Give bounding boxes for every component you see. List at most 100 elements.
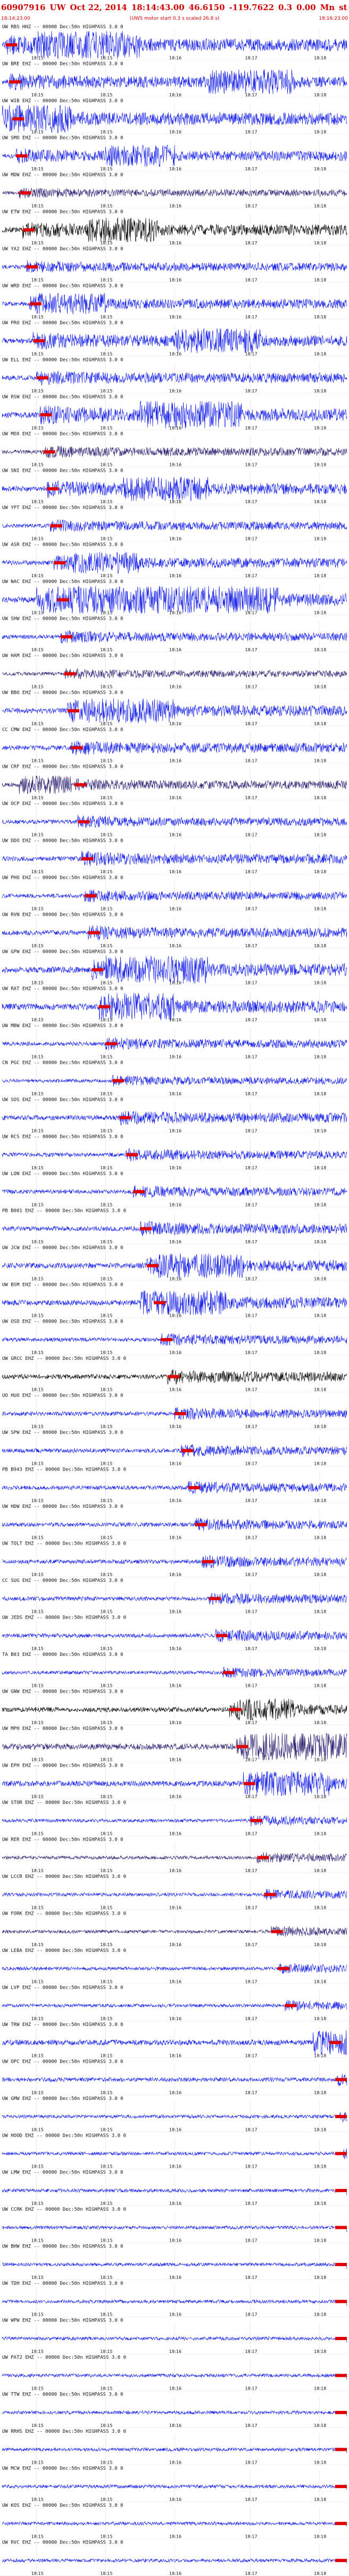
- tick-label: 18:16: [169, 537, 181, 542]
- trace-row: UW CRF EHZ -- 00000 Dec:50n HIGHPASS 3.0…: [0, 765, 349, 800]
- tick-label: 18:15: [100, 351, 112, 356]
- tick-label: 18:17: [245, 389, 257, 393]
- tick-label: 18:15: [31, 1388, 44, 1392]
- pick-marker: [112, 1079, 124, 1082]
- tick-label: 18:17: [245, 1610, 257, 1614]
- trace-row: UW STOR EHZ -- 00000 Dec:50n HIGHPASS 3.…: [0, 1800, 349, 1836]
- pick-marker: [243, 1782, 255, 1785]
- trace-row: UW MOX EHZ -- 00000 Dec:50n HIGHPASS 3.0…: [0, 431, 349, 467]
- tick-label: 18:15: [31, 1498, 44, 1503]
- pick-marker: [250, 1819, 262, 1823]
- pick-marker: [88, 931, 100, 934]
- trace-label: UW GPW EHZ -- 00000 Dec:50n HIGHPASS 3.0…: [2, 949, 123, 955]
- pick-marker: [335, 2226, 347, 2229]
- tick-label: 18:15: [31, 351, 44, 356]
- tick-label: 18:15: [100, 2497, 112, 2502]
- tick-label: 18:18: [314, 2275, 326, 2280]
- tick-label: 18:17: [245, 944, 257, 948]
- tick-label: 18:17: [245, 1054, 257, 1059]
- tick-label: 18:18: [314, 795, 326, 800]
- tick-label: 18:15: [100, 1720, 112, 1725]
- trace-label: UW PRO EHZ -- 00000 Dec:50n HIGHPASS 3.0…: [2, 321, 123, 326]
- tick-label: 18:18: [314, 721, 326, 726]
- tick-label: 18:15: [31, 1092, 44, 1096]
- tick-label: 18:16: [169, 2164, 181, 2169]
- trace-row: UW TDH EHZ -- 00000 Dec:50n HIGHPASS 3.0…: [0, 2281, 349, 2317]
- tick-label: 18:15: [31, 1979, 44, 1984]
- tick-label: 18:15: [100, 1868, 112, 1873]
- tick-label: 18:16: [169, 1684, 181, 1688]
- pick-marker: [335, 2300, 347, 2303]
- tick-label: 18:16: [169, 1350, 181, 1355]
- tick-label: 18:16: [169, 1202, 181, 1207]
- tick-label: 18:16: [169, 1794, 181, 1799]
- trace-label: UW LON EHZ -- 00000 Dec:50n HIGHPASS 3.0…: [2, 1171, 123, 1177]
- trace-row: UW SHW EHZ -- 00000 Dec:50n HIGHPASS 3.0…: [0, 617, 349, 652]
- tick-label: 18:16: [169, 944, 181, 948]
- trace-label: UO HUO EHZ -- 00000 Dec:50n HIGHPASS 3.0…: [2, 1393, 123, 1399]
- tick-label: 18:15: [31, 647, 44, 652]
- tick-label: 18:17: [245, 351, 257, 356]
- tick-label: 18:18: [314, 2201, 326, 2206]
- trace-label: UW MCW EHZ -- 00000 Dec:50n HIGHPASS 3.0…: [2, 2466, 123, 2472]
- trace-row: UW HOOD EHZ -- 00000 Dec:50n HIGHPASS 3.…: [0, 2133, 349, 2169]
- tick-label: 18:18: [314, 463, 326, 467]
- trace-label: CN PGC EHZ -- 00000 Dec:50n HIGHPASS 3.0…: [2, 1060, 123, 1065]
- tick-label: 18:15: [100, 2201, 112, 2206]
- tick-label: 18:15: [100, 1202, 112, 1207]
- pick-marker: [202, 1560, 214, 1563]
- tick-label: 18:15: [31, 721, 44, 726]
- trace-label: UW STOR EHZ -- 00000 Dec:50n HIGHPASS 3.…: [2, 1800, 126, 1806]
- tick-label: 18:18: [314, 573, 326, 578]
- pick-marker: [147, 1264, 159, 1268]
- tick-label: 18:18: [314, 1610, 326, 1614]
- pick-marker: [119, 1116, 131, 1120]
- tick-label: 18:17: [245, 1905, 257, 1910]
- tick-label: 18:15: [31, 759, 44, 764]
- tick-label: 18:15: [31, 1720, 44, 1725]
- trace-row: UW SPW EHZ -- 00000 Dec:50n HIGHPASS 3.0…: [0, 1430, 349, 1466]
- trace-row: UW MDW EHZ -- 00000 Dec:50n HIGHPASS 3.0…: [0, 173, 349, 208]
- tick-label: 18:17: [245, 315, 257, 319]
- pick-marker: [236, 1745, 248, 1749]
- tick-label: 18:16: [169, 1646, 181, 1651]
- trace-label: UW BBO EHZ -- 00000 Dec:50n HIGHPASS 3.0…: [2, 691, 123, 696]
- trace-label: UW ASR EHZ -- 00000 Dec:50n HIGHPASS 3.0…: [2, 543, 123, 548]
- tick-label: 18:16: [169, 1757, 181, 1762]
- trace-label: UW HOOD EHZ -- 00000 Dec:50n HIGHPASS 3.…: [2, 2133, 126, 2138]
- trace-label: UW JEDS EHZ -- 00000 Dec:50n HIGHPASS 3.…: [2, 1615, 126, 1621]
- tick-label: 18:15: [31, 389, 44, 393]
- pick-marker: [335, 2152, 347, 2155]
- tick-label: 18:15: [100, 2090, 112, 2095]
- tick-label: 18:17: [245, 93, 257, 97]
- tick-label: 18:15: [31, 2016, 44, 2021]
- tick-label: 18:17: [245, 1942, 257, 1947]
- trace-label: CC SUG EHZ -- 00000 Dec:50n HIGHPASS 3.0…: [2, 1578, 123, 1584]
- trace-row: UW RCS EHZ -- 00000 Dec:50n HIGHPASS 3.0…: [0, 1134, 349, 1170]
- tick-label: 18:15: [100, 1128, 112, 1133]
- tick-label: 18:15: [31, 1610, 44, 1614]
- tick-label: 18:18: [314, 1202, 326, 1207]
- tick-label: 18:18: [314, 1350, 326, 1355]
- trace-label: UW TDH EHZ -- 00000 Dec:50n HIGHPASS 3.0…: [2, 2281, 123, 2286]
- tick-label: 18:15: [31, 463, 44, 467]
- tick-label: 18:15: [100, 2312, 112, 2317]
- tick-label: 18:15: [31, 1424, 44, 1429]
- pick-marker: [40, 413, 52, 417]
- pick-marker: [140, 1227, 152, 1230]
- tick-label: 18:15: [100, 1054, 112, 1059]
- tick-label: 18:15: [100, 129, 112, 134]
- tick-label: 18:17: [245, 1314, 257, 1318]
- tick-label: 18:18: [314, 869, 326, 874]
- tick-label: 18:18: [314, 1424, 326, 1429]
- trace-row: UW FORK EHZ -- 00000 Dec:50n HIGHPASS 3.…: [0, 1911, 349, 1947]
- tick-label: 18:18: [314, 1388, 326, 1392]
- tick-label: 18:17: [245, 2238, 257, 2243]
- pick-marker: [98, 1005, 111, 1008]
- tick-label: 18:16: [169, 129, 181, 134]
- tick-label: 18:15: [100, 537, 112, 542]
- tick-label: 18:18: [314, 425, 326, 430]
- tick-label: 18:16: [169, 869, 181, 874]
- tick-label: 18:18: [314, 1979, 326, 1984]
- tick-label: 18:17: [245, 759, 257, 764]
